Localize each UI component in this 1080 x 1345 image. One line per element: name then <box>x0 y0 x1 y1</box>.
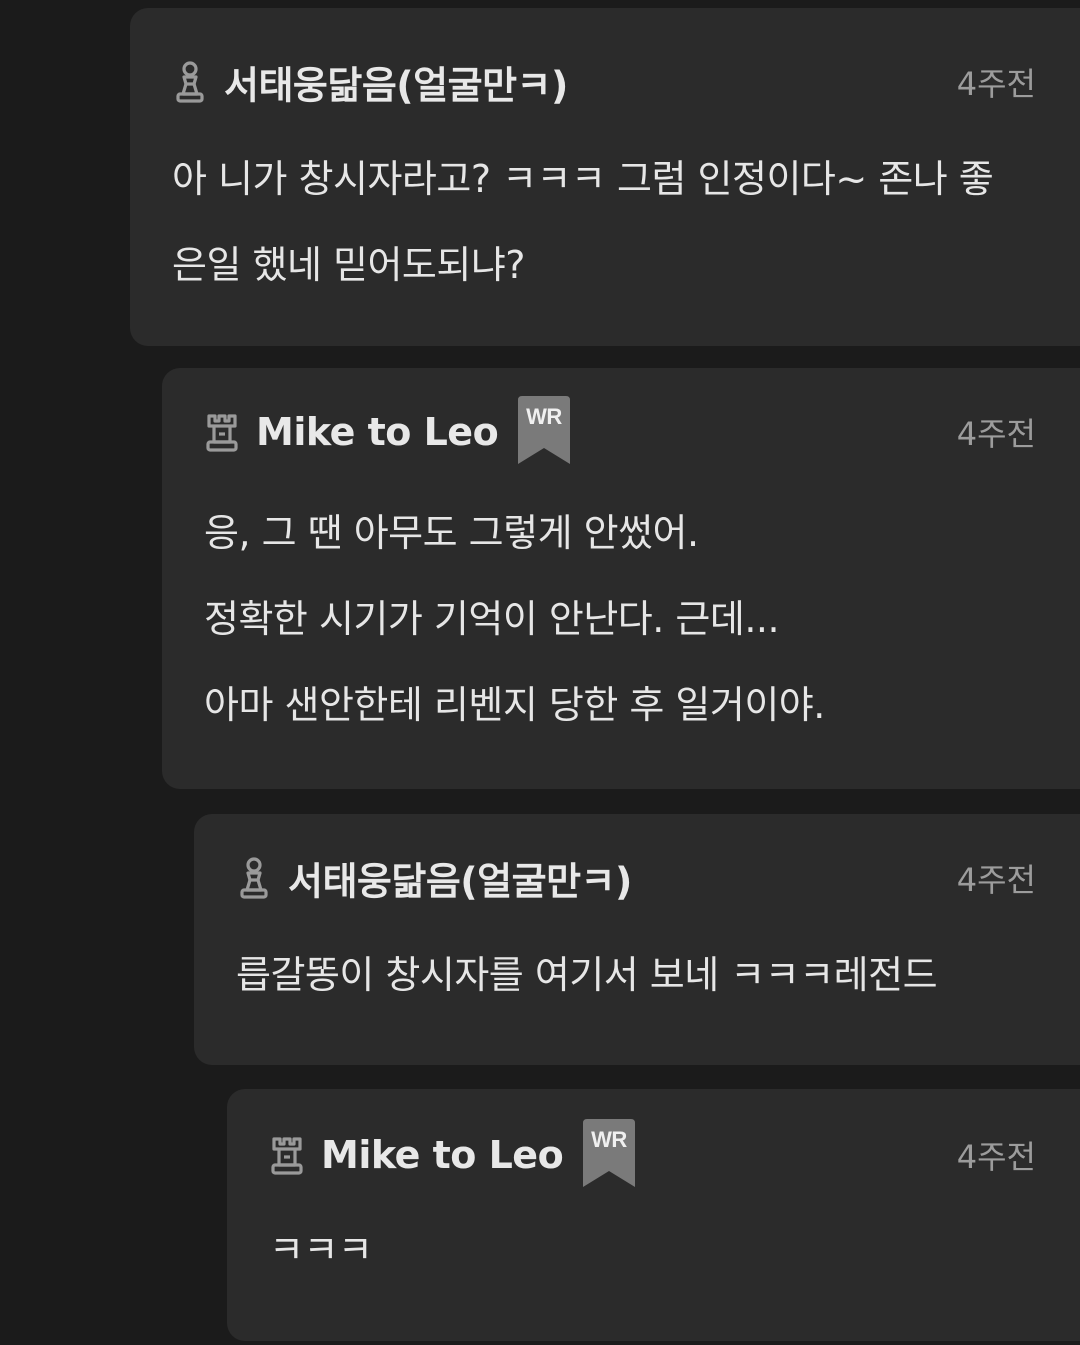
comment-header: 서태웅닮음(얼굴만ㅋ) 4주전 <box>236 846 1036 910</box>
writer-badge: WR <box>518 396 570 464</box>
comment-card[interactable]: Mike to Leo WR 4주전 응, 그 땐 아무도 그렇게 안썼어. 정… <box>162 368 1080 789</box>
comment-header: Mike to Leo WR 4주전 <box>204 396 1036 468</box>
comment-header: Mike to Leo WR 4주전 <box>269 1119 1036 1191</box>
comment-body: 릅갈똥이 창시자를 여기서 보네 ㅋㅋㅋ레전드 <box>236 932 1038 1018</box>
rook-icon <box>204 410 240 454</box>
comment-time: 4주전 <box>956 861 1036 899</box>
comment-line: 아마 샌안한테 리벤지 당한 후 일거이야. <box>204 683 825 727</box>
comment-card[interactable]: 서태웅닮음(얼굴만ㅋ) 4주전 아 니가 창시자라고? ㅋㅋㅋ 그럼 인정이다~… <box>130 8 1080 346</box>
comment-body: 응, 그 땐 아무도 그렇게 안썼어. 정확한 시기가 기억이 안난다. 근데.… <box>204 490 1038 748</box>
rook-icon <box>269 1133 305 1177</box>
comment-body: 아 니가 창시자라고? ㅋㅋㅋ 그럼 인정이다~ 존나 좋 은일 했네 믿어도되… <box>172 136 1038 308</box>
comment-line: 응, 그 땐 아무도 그렇게 안썼어. <box>204 511 699 555</box>
writer-badge-label: WR <box>591 1127 627 1152</box>
writer-badge-label: WR <box>526 404 562 429</box>
comment-line: ㅋㅋㅋ <box>269 1228 373 1272</box>
comment-line: 릅갈똥이 창시자를 여기서 보네 ㅋㅋㅋ레전드 <box>236 953 938 997</box>
comment-body: ㅋㅋㅋ <box>269 1207 1038 1293</box>
comment-author[interactable]: 서태웅닮음(얼굴만ㅋ) <box>224 55 568 110</box>
comment-line: 은일 했네 믿어도되냐? <box>172 243 525 287</box>
comment-author[interactable]: Mike to Leo <box>321 1133 564 1177</box>
comment-card[interactable]: 서태웅닮음(얼굴만ㅋ) 4주전 릅갈똥이 창시자를 여기서 보네 ㅋㅋㅋ레전드 <box>194 814 1080 1065</box>
writer-badge: WR <box>583 1119 635 1187</box>
comment-time: 4주전 <box>956 65 1036 103</box>
pawn-icon <box>172 60 208 104</box>
pawn-icon <box>236 856 272 900</box>
comment-card[interactable]: Mike to Leo WR 4주전 ㅋㅋㅋ <box>227 1089 1080 1341</box>
comment-time: 4주전 <box>956 1138 1036 1176</box>
comment-line: 정확한 시기가 기억이 안난다. 근데... <box>204 597 780 641</box>
comment-author[interactable]: 서태웅닮음(얼굴만ㅋ) <box>288 851 632 906</box>
comment-line: 아 니가 창시자라고? ㅋㅋㅋ 그럼 인정이다~ 존나 좋 <box>172 157 994 201</box>
comment-author[interactable]: Mike to Leo <box>256 410 499 454</box>
comment-header: 서태웅닮음(얼굴만ㅋ) 4주전 <box>172 50 1036 114</box>
comment-time: 4주전 <box>956 415 1036 453</box>
